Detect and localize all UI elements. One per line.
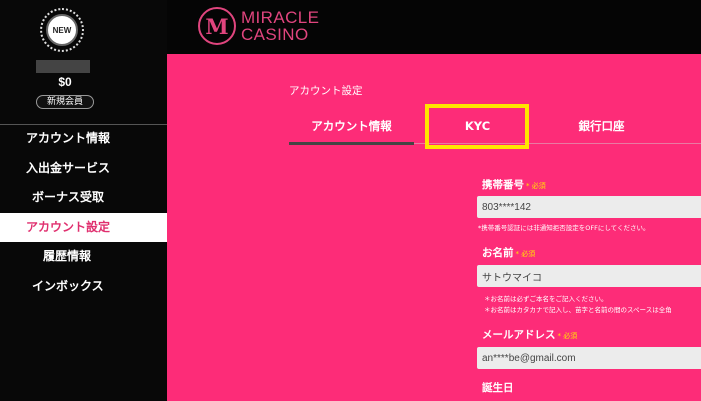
account-balance: $0 — [58, 75, 72, 89]
active-tab-indicator — [289, 142, 414, 145]
phone-note: *携帯番号認証には非通知拒否設定をOFFにしてください。 — [478, 224, 650, 232]
new-member-badge: NEW — [39, 5, 85, 55]
badge-label: NEW — [46, 14, 78, 46]
name-note-1: ＊お名前は必ずご本名をご記入ください。 — [484, 295, 608, 303]
badge-ring-icon: NEW — [40, 8, 84, 52]
birthday-label: 誕生日 — [482, 382, 514, 394]
brand-line-2: CASINO — [241, 25, 309, 44]
brand-logo[interactable]: M MIRACLE CASINO — [198, 5, 319, 47]
page-title: アカウント設定 — [289, 85, 363, 97]
name-note-2: ＊お名前はカタカナで記入し、苗字と名前の間のスペースは全角 — [484, 306, 672, 314]
member-tier-badge: 新規会員 — [36, 95, 94, 109]
sidebar-item-account-settings[interactable]: アカウント設定 — [0, 212, 167, 242]
brand-line-1: MIRACLE — [241, 8, 320, 27]
phone-input[interactable] — [477, 196, 701, 218]
brand-wordmark: MIRACLE CASINO — [241, 9, 319, 43]
name-label: お名前 * 必須 — [482, 245, 535, 260]
email-label-text: メールアドレス — [482, 329, 556, 341]
email-label: メールアドレス * 必須 — [482, 327, 577, 342]
tab-bank-account[interactable]: 銀行口座 — [544, 109, 659, 143]
required-marker: * 必須 — [515, 250, 536, 258]
sidebar-item-bonus[interactable]: ボーナス受取 — [0, 183, 167, 213]
name-input[interactable] — [477, 265, 701, 287]
phone-label-text: 携帯番号 — [482, 179, 524, 191]
sidebar-item-inbox[interactable]: インボックス — [0, 272, 167, 302]
settings-tabs: アカウント情報 KYC 銀行口座 — [289, 109, 701, 145]
brand-emblem-icon: M — [198, 7, 236, 45]
name-label-text: お名前 — [482, 247, 514, 259]
tab-account-info[interactable]: アカウント情報 — [289, 109, 414, 143]
phone-label: 携帯番号 * 必須 — [482, 177, 546, 192]
sidebar: NEW $0 新規会員 アカウント情報 入出金サービス ボーナス受取 アカウント… — [0, 0, 167, 401]
email-input[interactable] — [477, 347, 701, 369]
tab-kyc[interactable]: KYC — [425, 109, 530, 143]
sidebar-item-account-info[interactable]: アカウント情報 — [0, 124, 167, 154]
required-marker: * 必須 — [557, 332, 578, 340]
sidebar-item-deposit-withdraw[interactable]: 入出金サービス — [0, 154, 167, 184]
required-marker: * 必須 — [526, 182, 546, 190]
masked-username — [36, 60, 90, 73]
sidebar-item-history[interactable]: 履歴情報 — [0, 242, 167, 272]
sidebar-menu: アカウント情報 入出金サービス ボーナス受取 アカウント設定 履歴情報 インボッ… — [0, 124, 167, 301]
